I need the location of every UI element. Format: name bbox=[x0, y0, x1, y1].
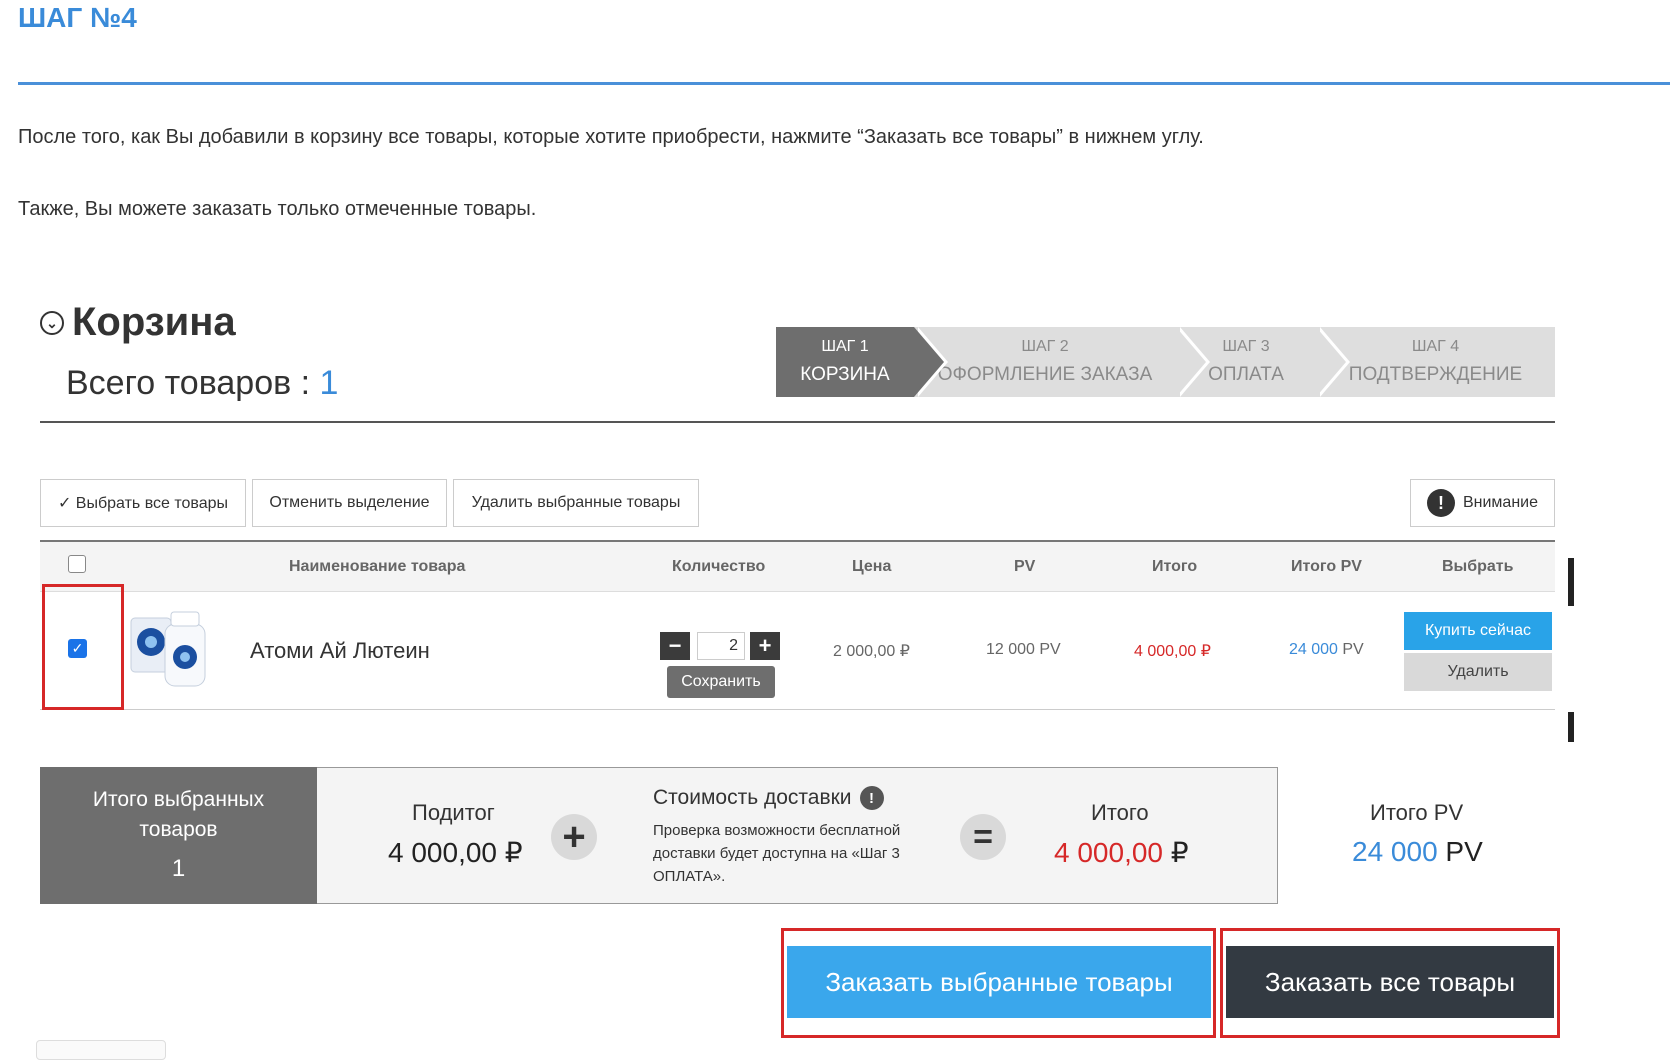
column-quantity: Количество bbox=[672, 558, 766, 575]
warning-icon: ! bbox=[1426, 489, 1455, 517]
column-name: Наименование товара bbox=[289, 558, 466, 575]
subtotal-label: Подитог bbox=[412, 800, 495, 825]
total-currency: ₽ bbox=[1163, 837, 1189, 868]
step-arrow bbox=[914, 327, 944, 397]
instruction-paragraph-2: Также, Вы можете заказать только отмечен… bbox=[18, 198, 537, 220]
total-pv-label: Итого PV bbox=[1370, 800, 1464, 825]
scrollbar-thumb-top[interactable] bbox=[1568, 558, 1574, 606]
selected-items-count: 1 bbox=[171, 855, 186, 882]
scrollbar-thumb-bottom[interactable] bbox=[1568, 712, 1574, 742]
info-icon[interactable]: ! bbox=[859, 786, 884, 810]
step-number: ШАГ 2 bbox=[1021, 338, 1069, 355]
step-arrow bbox=[1316, 327, 1346, 397]
column-price: Цена bbox=[852, 558, 892, 575]
column-total-pv: Итого PV bbox=[1291, 558, 1362, 575]
pagination-stub bbox=[36, 1040, 166, 1060]
plus-icon: + bbox=[551, 814, 597, 860]
cart-title-text: Корзина bbox=[72, 300, 236, 344]
quantity-input[interactable]: 2 bbox=[697, 632, 745, 660]
step-number: ШАГ 1 bbox=[821, 338, 869, 355]
step-title: ПОДТВЕРЖДЕНИЕ bbox=[1348, 364, 1523, 385]
item-total-pv-value: 24 000 bbox=[1289, 641, 1338, 658]
buy-now-button[interactable]: Купить сейчас bbox=[1404, 612, 1552, 650]
step-confirmation: ШАГ 4 ПОДТВЕРЖДЕНИЕ bbox=[1316, 327, 1555, 397]
delete-item-button[interactable]: Удалить bbox=[1404, 653, 1552, 691]
step-arrow bbox=[1176, 327, 1206, 397]
selected-items-label: Итого выбранных товаров bbox=[92, 788, 265, 841]
save-quantity-button[interactable]: Сохранить bbox=[667, 666, 775, 698]
order-all-button[interactable]: Заказать все товары bbox=[1226, 946, 1554, 1018]
order-selected-button[interactable]: Заказать выбранные товары bbox=[787, 946, 1211, 1018]
total-items-count: 1 bbox=[319, 364, 339, 402]
total-pv-amount: 24 000 bbox=[1352, 836, 1438, 867]
quantity-increase-button[interactable]: + bbox=[750, 632, 780, 660]
deselect-button[interactable]: Отменить выделение bbox=[252, 479, 447, 527]
product-image bbox=[127, 602, 213, 694]
step-heading: ШАГ №4 bbox=[18, 2, 137, 33]
collapse-icon[interactable]: ⌄ bbox=[40, 310, 64, 335]
item-total: 4 000,00 ₽ bbox=[1134, 643, 1211, 660]
item-total-pv: 24 000 PV bbox=[1289, 641, 1364, 659]
delete-selected-button[interactable]: Удалить выбранные товары bbox=[453, 479, 699, 527]
attention-label: Внимание bbox=[1462, 494, 1538, 511]
attention-button[interactable]: ! Внимание bbox=[1410, 479, 1555, 527]
delivery-cost: Стоимость доставки ! bbox=[653, 786, 884, 810]
product-name[interactable]: Атоми Ай Лютеин bbox=[250, 638, 430, 664]
header-checkbox[interactable] bbox=[68, 555, 86, 573]
total-amount: 4 000,00 bbox=[1054, 837, 1163, 868]
step-number: ШАГ 4 bbox=[1411, 338, 1460, 355]
total-items-label: Всего товаров : bbox=[66, 364, 320, 402]
instruction-paragraph-1: После того, как Вы добавили в корзину вс… bbox=[18, 126, 1204, 148]
select-all-button[interactable]: ✓ Выбрать все товары bbox=[40, 479, 246, 527]
item-price: 2 000,00 ₽ bbox=[833, 643, 910, 660]
step-checkout: ШАГ 2 ОФОРМЛЕНИЕ ЗАКАЗА bbox=[914, 327, 1210, 397]
step-title: ОПЛАТА bbox=[1208, 364, 1284, 385]
step-title: ОФОРМЛЕНИЕ ЗАКАЗА bbox=[937, 364, 1153, 385]
selected-items-summary: Итого выбранных товаров 1 bbox=[40, 767, 317, 904]
column-select: Выбрать bbox=[1442, 558, 1514, 575]
item-total-pv-unit: PV bbox=[1337, 641, 1364, 658]
total-label: Итого bbox=[1091, 800, 1149, 825]
total-items: Всего товаров : 1 bbox=[66, 364, 338, 403]
quantity-decrease-button[interactable]: − bbox=[660, 632, 690, 660]
column-pv: PV bbox=[1014, 558, 1036, 575]
total-pv-unit: PV bbox=[1437, 836, 1483, 867]
column-total: Итого bbox=[1152, 558, 1198, 575]
item-pv: 12 000 PV bbox=[986, 641, 1061, 658]
total-value: 4 000,00 ₽ bbox=[1054, 836, 1189, 869]
equals-icon: = bbox=[960, 814, 1006, 860]
delivery-cost-label: Стоимость доставки bbox=[653, 786, 852, 809]
step-number: ШАГ 3 bbox=[1222, 338, 1270, 355]
title-divider bbox=[40, 421, 1555, 423]
cart-title: ⌄ Корзина bbox=[40, 300, 236, 345]
checkbox-highlight-box bbox=[42, 584, 124, 710]
table-header: Наименование товара Количество Цена PV И… bbox=[40, 542, 1555, 592]
step-cart: ШАГ 1 КОРЗИНА bbox=[776, 327, 948, 397]
checkout-steps: ШАГ 1 КОРЗИНА ШАГ 2 ОФОРМЛЕНИЕ ЗАКАЗА ША… bbox=[776, 327, 1555, 397]
delivery-note: Проверка возможности бесплатной доставки… bbox=[653, 822, 901, 885]
step-title: КОРЗИНА bbox=[800, 364, 890, 385]
subtotal-value: 4 000,00 ₽ bbox=[388, 837, 523, 868]
heading-divider bbox=[18, 82, 1670, 85]
total-pv-value: 24 000 PV bbox=[1352, 836, 1483, 868]
